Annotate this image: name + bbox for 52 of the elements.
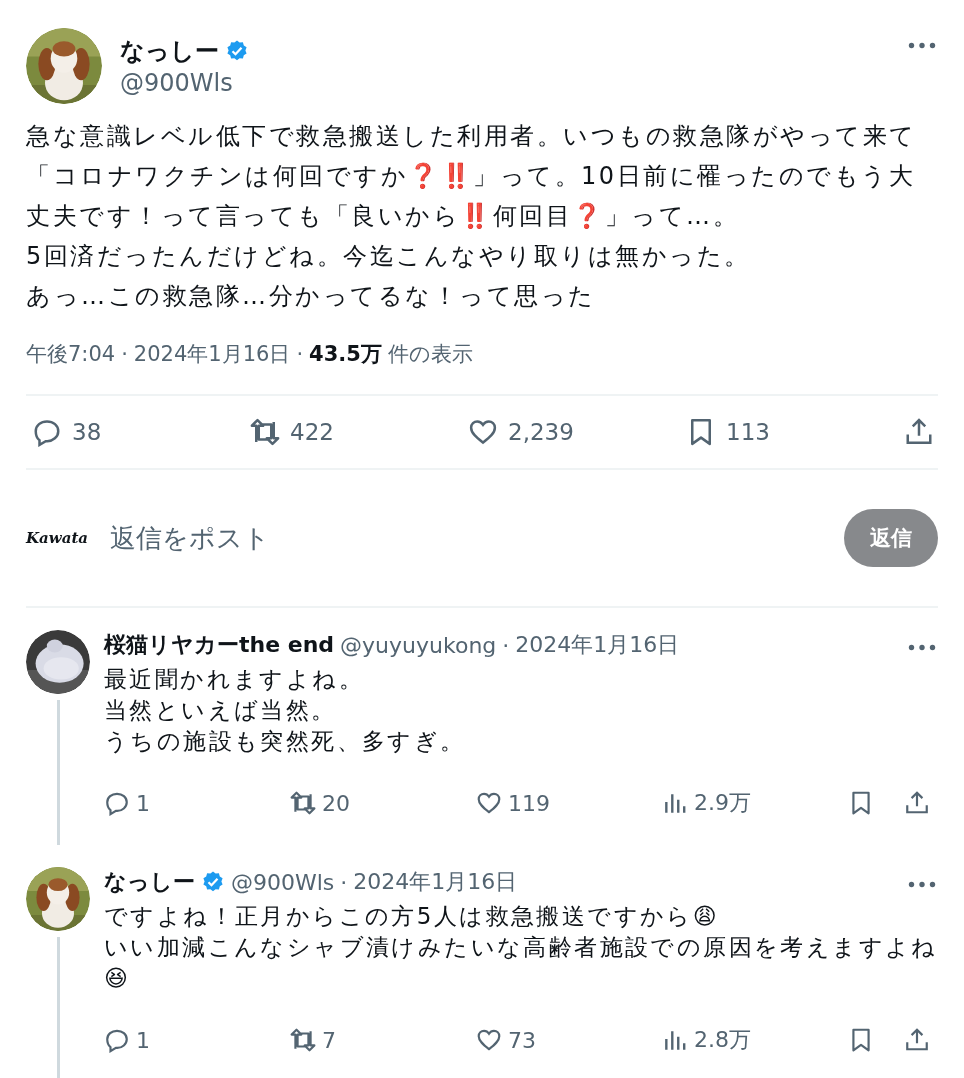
share-icon[interactable]: [904, 790, 930, 816]
more-options-icon[interactable]: [908, 42, 936, 49]
heart-icon[interactable]: [476, 790, 502, 816]
author-handle[interactable]: @yuyuyukong: [340, 632, 497, 658]
share-icon[interactable]: [904, 1027, 930, 1053]
like-count: 2,239: [508, 419, 574, 445]
reply-text: ですよね！正月からこの方5人は救急搬送ですから😩: [104, 902, 721, 931]
reply-icon[interactable]: [104, 790, 130, 816]
more-options-icon[interactable]: [908, 644, 936, 651]
bookmark-count: 113: [726, 419, 770, 445]
views-label: 件の表示: [387, 341, 473, 368]
views-count: 2.8万: [694, 1026, 751, 1054]
author-name[interactable]: 桜猫リヤカーthe end: [104, 630, 335, 660]
views-count: 2.9万: [694, 789, 751, 817]
reply-date[interactable]: 2024年1月16日: [353, 867, 518, 897]
heart-icon[interactable]: [468, 417, 498, 447]
reply-text: 当然といえば当然。: [104, 696, 338, 725]
repost-icon[interactable]: [290, 790, 316, 816]
reply-count: 38: [72, 419, 102, 445]
repost-count: 7: [322, 1027, 336, 1053]
separator-dot: ·: [121, 342, 128, 366]
reply-icon[interactable]: [104, 1027, 130, 1053]
reply-icon[interactable]: [32, 417, 62, 447]
avatar-logo: Kawata: [26, 529, 90, 547]
repost-icon[interactable]: [290, 1027, 316, 1053]
post-date[interactable]: 2024年1月16日: [133, 340, 291, 368]
post-text: 急な意識レベル低下で救急搬送した利用者。いつもの救急隊がやって来て「コロナワクチンは何回ですか❓‼」って。10日前に罹ったのでもう大丈夫です！って言っても「良いから‼何回目❓」って…。: [26, 121, 918, 232]
repost-icon[interactable]: [250, 417, 280, 447]
view-count: 43.5万: [309, 341, 382, 368]
separator-dot: ·: [296, 342, 304, 366]
author-handle[interactable]: @900Wls: [120, 69, 890, 97]
like-count: 73: [508, 1027, 536, 1053]
reply-text: 最近聞かれますよね。: [104, 665, 365, 694]
author-name[interactable]: なっしー: [104, 867, 195, 897]
like-count: 119: [508, 790, 550, 816]
share-icon[interactable]: [904, 417, 934, 447]
more-options-icon[interactable]: [908, 881, 936, 888]
reply-count: 1: [136, 1027, 150, 1053]
post-text: あっ…この救急隊…分かってるな！って思った: [26, 281, 597, 312]
reply-count: 1: [136, 790, 150, 816]
heart-icon[interactable]: [476, 1027, 502, 1053]
author-handle[interactable]: @900Wls: [231, 869, 335, 895]
separator-dot: ·: [502, 632, 510, 658]
reply-text: うちの施設も突然死、多すぎ。: [104, 727, 467, 756]
reply-date[interactable]: 2024年1月16日: [515, 630, 680, 660]
post-text: 5回済だったんだけどね。今迄こんなやり取りは無かった。: [26, 241, 752, 272]
author-name[interactable]: なっしー: [120, 35, 219, 67]
separator-dot: ·: [340, 869, 348, 895]
repost-count: 422: [290, 419, 334, 445]
reply-text: いい加減こんなシャブ漬けみたいな高齢者施設での原因を考えますよね😆: [104, 933, 938, 993]
repost-count: 20: [322, 790, 350, 816]
post-time[interactable]: 午後7:04: [26, 340, 116, 368]
